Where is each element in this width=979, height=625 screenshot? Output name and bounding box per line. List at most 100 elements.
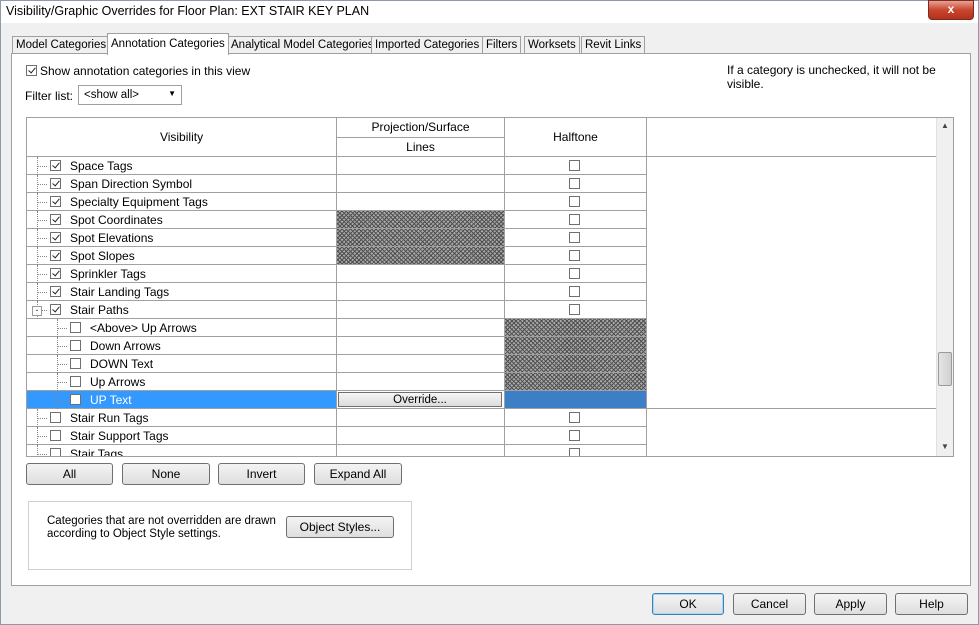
halftone-checkbox[interactable] (569, 232, 580, 243)
halftone-checkbox[interactable] (569, 196, 580, 207)
visibility-cell[interactable]: Stair Landing Tags (27, 283, 337, 301)
halftone-checkbox[interactable] (569, 268, 580, 279)
table-row[interactable]: Stair Tags (27, 445, 937, 456)
category-visibility-checkbox[interactable] (50, 412, 61, 423)
category-visibility-checkbox[interactable] (50, 250, 61, 261)
table-row[interactable]: Stair Run Tags (27, 409, 937, 427)
table-row[interactable]: DOWN Text (27, 355, 937, 373)
halftone-cell[interactable] (505, 175, 647, 193)
header-visibility[interactable]: Visibility (27, 118, 337, 157)
category-visibility-checkbox[interactable] (50, 178, 61, 189)
table-row[interactable]: Sprinkler Tags (27, 265, 937, 283)
tab-model-categories[interactable]: Model Categories (12, 36, 111, 54)
halftone-cell[interactable] (505, 157, 647, 175)
header-lines[interactable]: Lines (337, 138, 505, 157)
table-row[interactable]: Spot Slopes (27, 247, 937, 265)
table-row[interactable]: Stair Landing Tags (27, 283, 937, 301)
lines-cell[interactable] (337, 319, 505, 337)
halftone-checkbox[interactable] (569, 412, 580, 423)
tab-revit-links[interactable]: Revit Links (581, 36, 646, 54)
category-visibility-checkbox[interactable] (50, 448, 61, 456)
ok-button[interactable]: OK (652, 593, 724, 615)
lines-cell[interactable] (337, 301, 505, 319)
halftone-checkbox[interactable] (569, 178, 580, 189)
help-button[interactable]: Help (895, 593, 968, 615)
category-visibility-checkbox[interactable] (50, 304, 61, 315)
visibility-cell[interactable]: Span Direction Symbol (27, 175, 337, 193)
select-all-button[interactable]: All (26, 463, 113, 485)
object-styles-button[interactable]: Object Styles... (286, 516, 394, 538)
category-visibility-checkbox[interactable] (70, 322, 81, 333)
table-row[interactable]: - Stair Paths (27, 301, 937, 319)
lines-cell[interactable] (337, 445, 505, 456)
collapse-icon[interactable]: - (32, 306, 42, 316)
table-row[interactable]: Stair Support Tags (27, 427, 937, 445)
tab-imported-categories[interactable]: Imported Categories (371, 36, 484, 54)
category-visibility-checkbox[interactable] (50, 430, 61, 441)
halftone-cell[interactable] (505, 265, 647, 283)
visibility-cell[interactable]: Up Arrows (27, 373, 337, 391)
visibility-cell[interactable]: - Stair Paths (27, 301, 337, 319)
lines-cell[interactable] (337, 157, 505, 175)
visibility-cell[interactable]: UP Text (27, 391, 337, 409)
halftone-cell[interactable] (505, 445, 647, 456)
cancel-button[interactable]: Cancel (733, 593, 806, 615)
visibility-cell[interactable]: Spot Slopes (27, 247, 337, 265)
visibility-cell[interactable]: Stair Tags (27, 445, 337, 456)
category-visibility-checkbox[interactable] (70, 358, 81, 369)
category-visibility-checkbox[interactable] (50, 286, 61, 297)
visibility-cell[interactable]: Down Arrows (27, 337, 337, 355)
header-halftone[interactable]: Halftone (505, 118, 647, 157)
category-visibility-checkbox[interactable] (70, 394, 81, 405)
table-row[interactable]: Specialty Equipment Tags (27, 193, 937, 211)
lines-cell[interactable] (337, 409, 505, 427)
vertical-scrollbar[interactable]: ▲ ▼ (936, 118, 953, 456)
select-none-button[interactable]: None (122, 463, 210, 485)
table-row[interactable]: Span Direction Symbol (27, 175, 937, 193)
table-row[interactable]: <Above> Up Arrows (27, 319, 937, 337)
halftone-checkbox[interactable] (569, 448, 580, 456)
lines-cell[interactable] (337, 427, 505, 445)
lines-cell[interactable] (337, 175, 505, 193)
lines-cell[interactable] (337, 265, 505, 283)
halftone-checkbox[interactable] (569, 250, 580, 261)
halftone-checkbox[interactable] (569, 214, 580, 225)
halftone-cell[interactable] (505, 211, 647, 229)
visibility-cell[interactable]: Specialty Equipment Tags (27, 193, 337, 211)
halftone-cell[interactable] (505, 301, 647, 319)
tab-annotation-categories[interactable]: Annotation Categories (107, 33, 229, 55)
halftone-checkbox[interactable] (569, 430, 580, 441)
halftone-cell[interactable] (505, 409, 647, 427)
category-visibility-checkbox[interactable] (70, 340, 81, 351)
apply-button[interactable]: Apply (814, 593, 887, 615)
lines-cell[interactable] (337, 373, 505, 391)
visibility-cell[interactable]: Spot Elevations (27, 229, 337, 247)
visibility-cell[interactable]: Spot Coordinates (27, 211, 337, 229)
visibility-cell[interactable]: Stair Run Tags (27, 409, 337, 427)
show-annotation-checkbox[interactable] (26, 65, 37, 76)
halftone-cell[interactable] (505, 427, 647, 445)
lines-cell[interactable] (337, 355, 505, 373)
category-visibility-checkbox[interactable] (50, 232, 61, 243)
override-button[interactable]: Override... (338, 392, 502, 407)
invert-button[interactable]: Invert (218, 463, 305, 485)
halftone-cell[interactable] (505, 283, 647, 301)
visibility-cell[interactable]: <Above> Up Arrows (27, 319, 337, 337)
tab-analytical-model-categories[interactable]: Analytical Model Categories (227, 36, 378, 54)
table-row[interactable]: Spot Coordinates (27, 211, 937, 229)
halftone-cell[interactable] (505, 193, 647, 211)
scroll-up-icon[interactable]: ▲ (941, 121, 949, 130)
table-row[interactable]: Spot Elevations (27, 229, 937, 247)
category-visibility-checkbox[interactable] (50, 214, 61, 225)
table-row[interactable]: Up Arrows (27, 373, 937, 391)
table-row[interactable]: Down Arrows (27, 337, 937, 355)
visibility-cell[interactable]: Space Tags (27, 157, 337, 175)
halftone-checkbox[interactable] (569, 286, 580, 297)
tab-worksets[interactable]: Worksets (524, 36, 580, 54)
expand-all-button[interactable]: Expand All (314, 463, 402, 485)
category-visibility-checkbox[interactable] (50, 160, 61, 171)
halftone-checkbox[interactable] (569, 304, 580, 315)
close-button[interactable]: x (928, 0, 974, 20)
scroll-down-icon[interactable]: ▼ (941, 442, 949, 451)
category-visibility-checkbox[interactable] (50, 196, 61, 207)
